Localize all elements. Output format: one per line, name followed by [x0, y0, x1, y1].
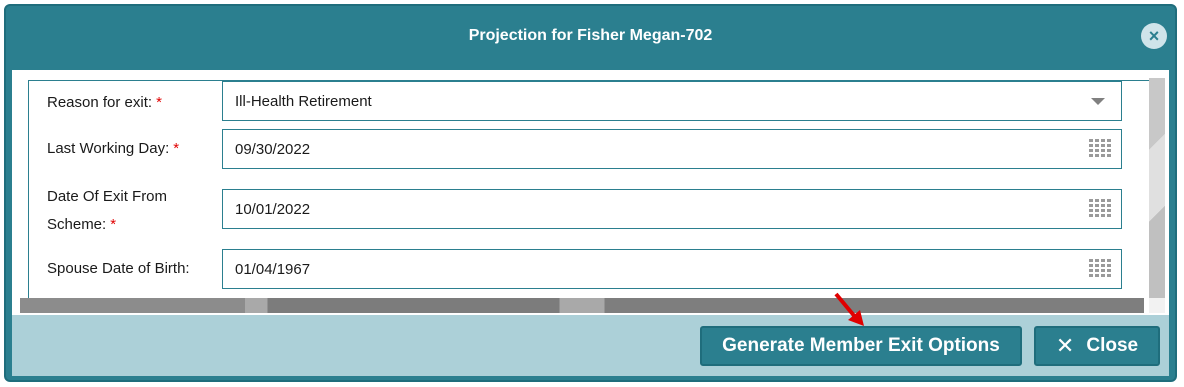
dialog-body: Reason for exit: * Ill-Health Retirement …	[12, 70, 1169, 315]
vertical-scrollbar[interactable]	[1149, 78, 1165, 302]
date-of-exit-value: 10/01/2022	[235, 200, 311, 218]
close-button[interactable]: ✕ Close	[1034, 326, 1160, 366]
reason-label: Reason for exit: *	[47, 94, 162, 111]
last-working-day-input[interactable]: 09/30/2022	[222, 129, 1122, 169]
calendar-icon[interactable]	[1089, 139, 1113, 159]
horizontal-scrollbar[interactable]	[20, 298, 1144, 313]
last-working-day-value: 09/30/2022	[235, 140, 311, 158]
projection-dialog: Projection for Fisher Megan-702 × Reason…	[4, 4, 1177, 382]
spouse-dob-value: 01/04/1967	[235, 260, 311, 278]
dialog-title: Projection for Fisher Megan-702	[468, 27, 713, 44]
dialog-titlebar: Projection for Fisher Megan-702 ×	[6, 6, 1175, 66]
date-of-exit-input[interactable]: 10/01/2022	[222, 189, 1122, 229]
chevron-down-icon[interactable]	[1091, 97, 1105, 105]
close-button-label: Close	[1086, 335, 1139, 356]
reason-value: Ill-Health Retirement	[235, 92, 372, 110]
annotation-arrow-icon	[834, 292, 864, 326]
calendar-icon[interactable]	[1089, 259, 1113, 279]
last-working-day-label: Last Working Day: *	[47, 140, 180, 157]
scrollbar-corner	[1149, 298, 1165, 313]
dialog-footer: Generate Member Exit Options ✕ Close	[12, 315, 1169, 376]
dialog-close-icon[interactable]: ×	[1141, 23, 1167, 49]
close-icon: ✕	[1055, 333, 1075, 358]
date-of-exit-label: Date Of Exit From Scheme: *	[47, 188, 168, 233]
exit-form: Reason for exit: * Ill-Health Retirement …	[28, 80, 1158, 298]
generate-member-exit-options-button[interactable]: Generate Member Exit Options	[700, 326, 1022, 366]
spouse-dob-input[interactable]: 01/04/1967	[222, 249, 1122, 289]
calendar-icon[interactable]	[1089, 199, 1113, 219]
spouse-dob-label: Spouse Date of Birth:	[47, 260, 190, 277]
reason-select[interactable]: Ill-Health Retirement	[222, 81, 1122, 121]
